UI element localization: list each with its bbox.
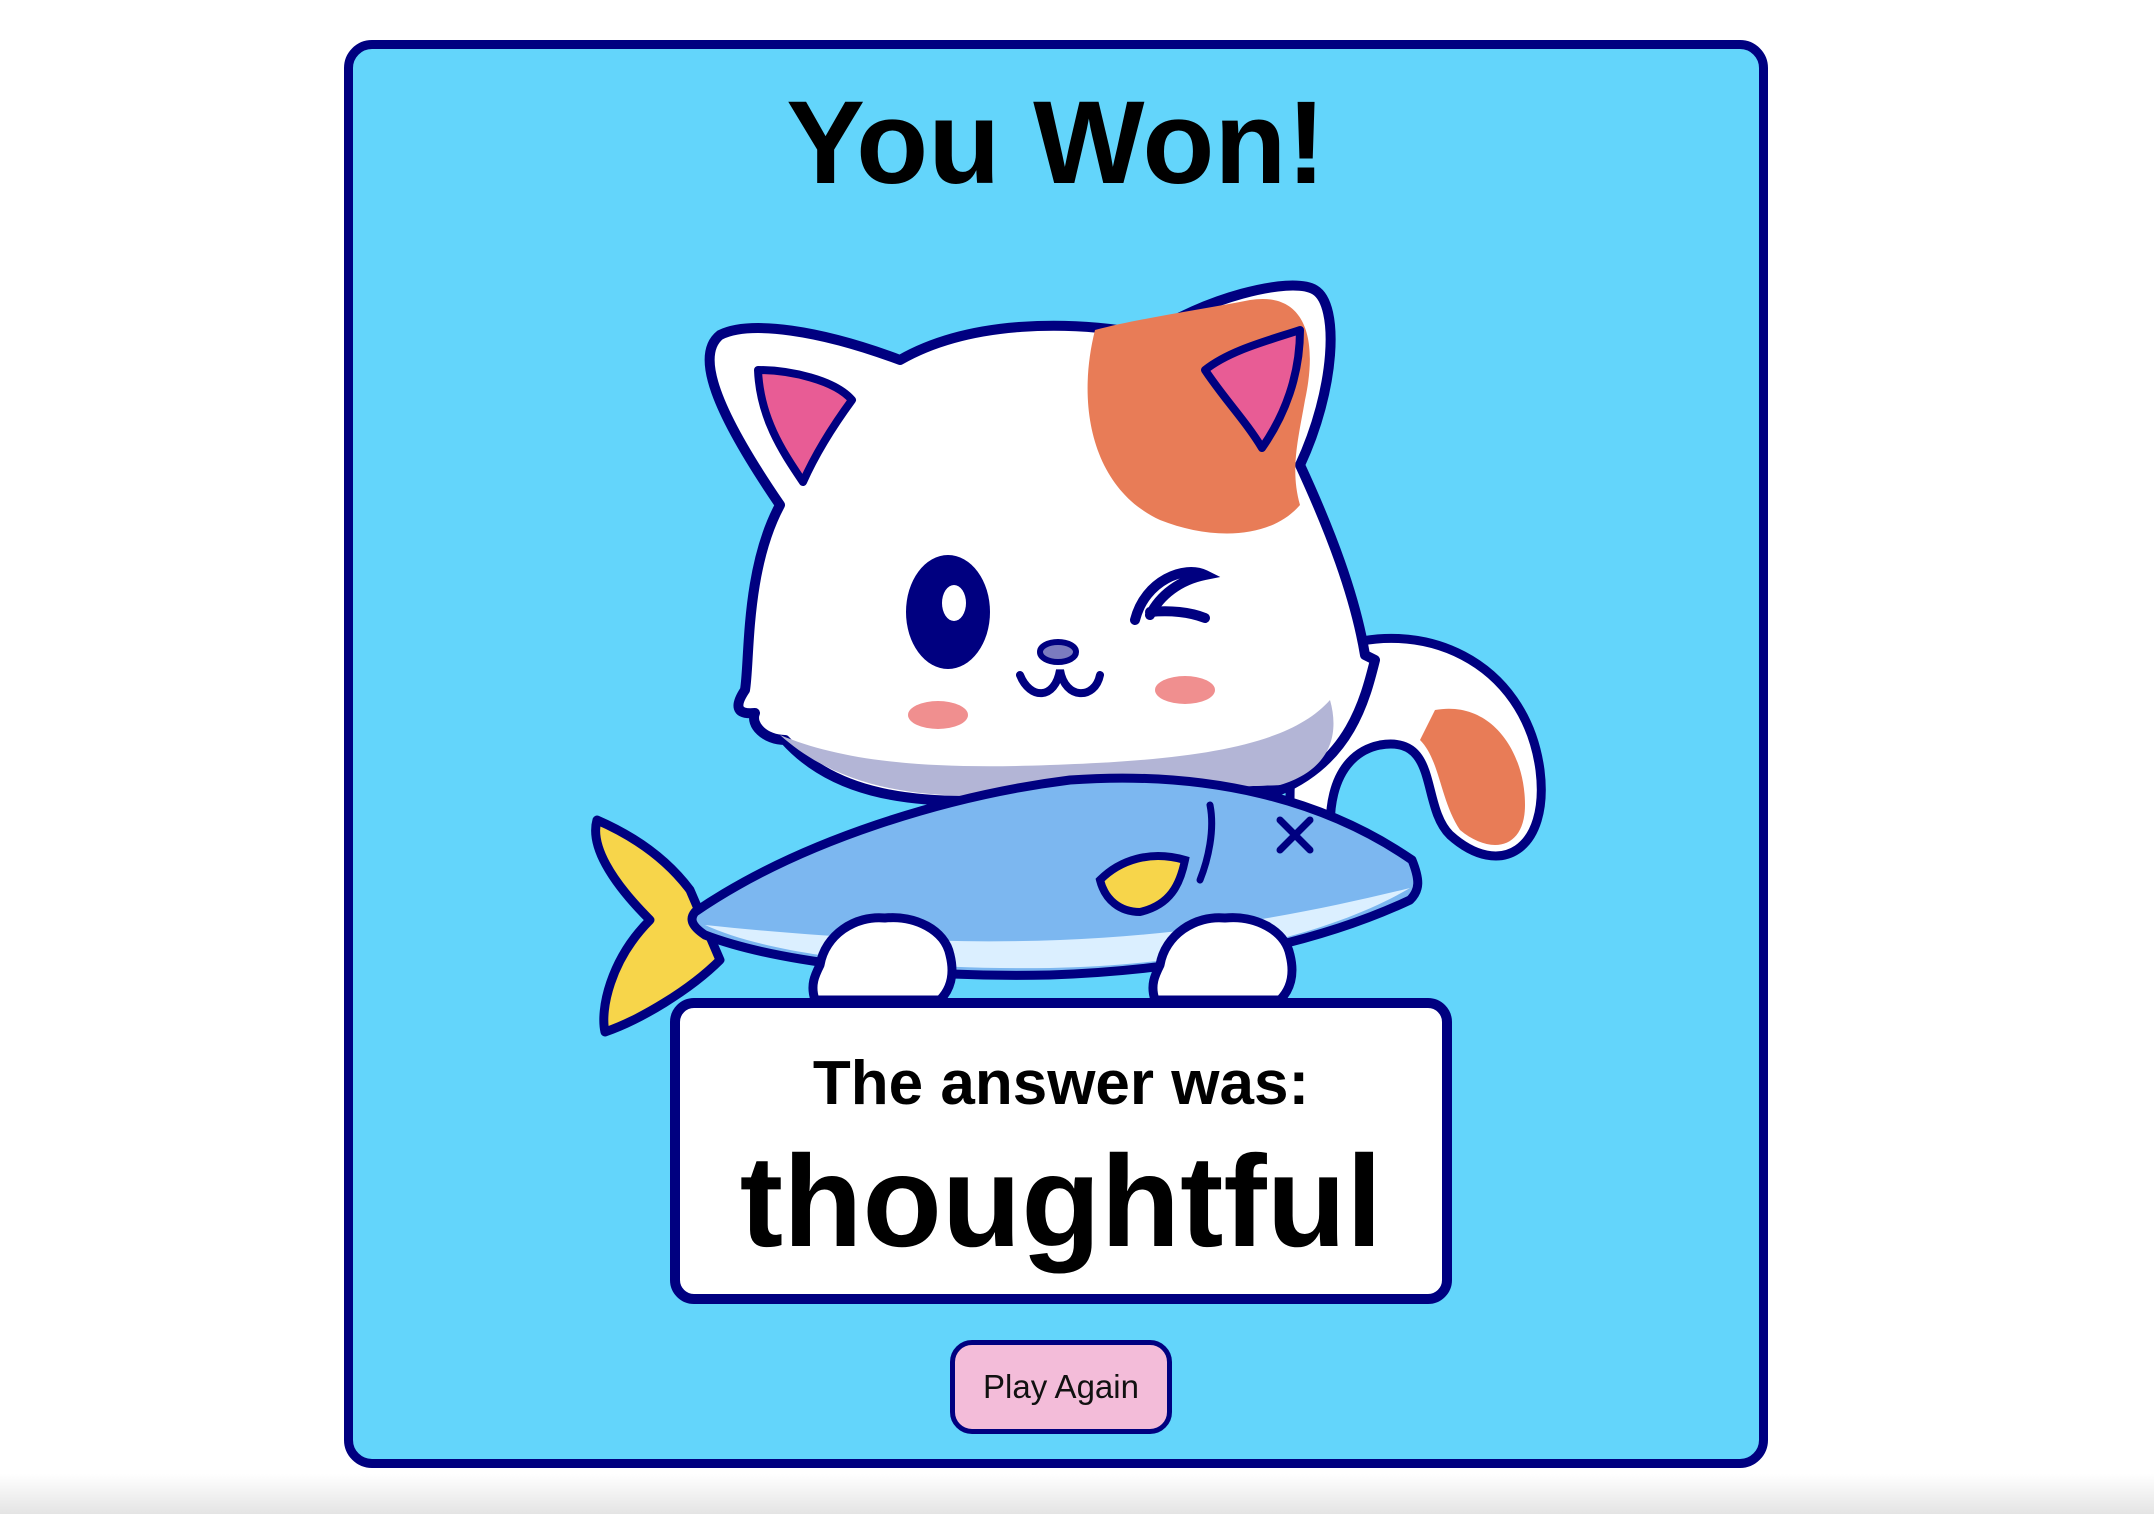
answer-word: thoughtful <box>739 1128 1383 1274</box>
fish-icon <box>591 773 1423 1037</box>
play-again-button[interactable]: Play Again <box>950 1340 1172 1434</box>
answer-sign: The answer was: thoughtful <box>670 998 1452 1304</box>
answer-label: The answer was: <box>812 1049 1310 1118</box>
page: You Won! The answer was: thoughtful Play… <box>0 0 2154 1514</box>
